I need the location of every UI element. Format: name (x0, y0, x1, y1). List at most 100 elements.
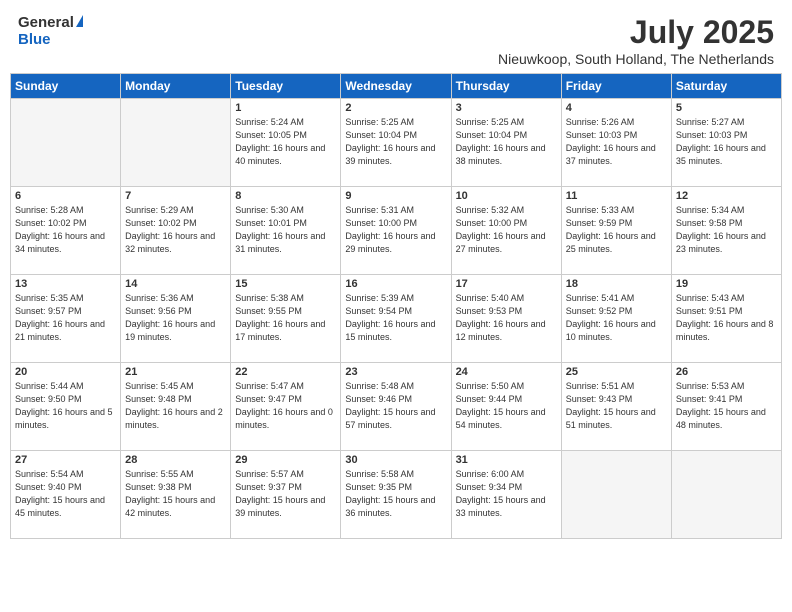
day-info: Sunrise: 5:25 AMSunset: 10:04 PMDaylight… (345, 116, 446, 168)
logo-general-text: General (18, 14, 74, 31)
col-thursday: Thursday (451, 74, 561, 99)
table-row (561, 451, 671, 539)
location-title: Nieuwkoop, South Holland, The Netherland… (498, 51, 774, 67)
day-number: 28 (125, 454, 226, 466)
day-number: 24 (456, 366, 557, 378)
table-row (11, 99, 121, 187)
day-number: 9 (345, 190, 446, 202)
col-sunday: Sunday (11, 74, 121, 99)
day-info: Sunrise: 5:27 AMSunset: 10:03 PMDaylight… (676, 116, 777, 168)
table-row: 16 Sunrise: 5:39 AMSunset: 9:54 PMDayligh… (341, 275, 451, 363)
day-number: 29 (235, 454, 336, 466)
day-info: Sunrise: 5:58 AMSunset: 9:35 PMDaylight:… (345, 468, 446, 520)
table-row: 10 Sunrise: 5:32 AMSunset: 10:00 PMDaylig… (451, 187, 561, 275)
day-number: 15 (235, 278, 336, 290)
calendar-header: Sunday Monday Tuesday Wednesday Thursday… (11, 74, 782, 99)
day-info: Sunrise: 5:24 AMSunset: 10:05 PMDaylight… (235, 116, 336, 168)
col-friday: Friday (561, 74, 671, 99)
day-number: 13 (15, 278, 116, 290)
calendar-table: Sunday Monday Tuesday Wednesday Thursday… (10, 73, 782, 539)
table-row: 7 Sunrise: 5:29 AMSunset: 10:02 PMDayligh… (121, 187, 231, 275)
day-number: 10 (456, 190, 557, 202)
day-info: Sunrise: 5:34 AMSunset: 9:58 PMDaylight:… (676, 204, 777, 256)
day-number: 21 (125, 366, 226, 378)
day-number: 14 (125, 278, 226, 290)
table-row: 18Sunrise: 5:41 AMSunset: 9:52 PMDayligh… (561, 275, 671, 363)
day-info: Sunrise: 5:32 AMSunset: 10:00 PMDaylight… (456, 204, 557, 256)
table-row: 28 Sunrise: 5:55 AMSunset: 9:38 PMDayligh… (121, 451, 231, 539)
col-monday: Monday (121, 74, 231, 99)
table-row: 22Sunrise: 5:47 AMSunset: 9:47 PMDayligh… (231, 363, 341, 451)
table-row: 8 Sunrise: 5:30 AMSunset: 10:01 PMDayligh… (231, 187, 341, 275)
day-info: Sunrise: 5:50 AMSunset: 9:44 PMDaylight:… (456, 380, 557, 432)
day-number: 8 (235, 190, 336, 202)
table-row (671, 451, 781, 539)
day-number: 30 (345, 454, 446, 466)
day-number: 22 (235, 366, 336, 378)
day-number: 19 (676, 278, 777, 290)
day-number: 7 (125, 190, 226, 202)
calendar-wrap: Sunday Monday Tuesday Wednesday Thursday… (0, 73, 792, 549)
day-number: 27 (15, 454, 116, 466)
table-row: 25 Sunrise: 5:51 AMSunset: 9:43 PMDayligh… (561, 363, 671, 451)
day-info: Sunrise: 5:40 AMSunset: 9:53 PMDaylight:… (456, 292, 557, 344)
day-info: Sunrise: 5:29 AMSunset: 10:02 PMDaylight… (125, 204, 226, 256)
day-info: Sunrise: 5:31 AMSunset: 10:00 PMDaylight… (345, 204, 446, 256)
day-number: 20 (15, 366, 116, 378)
logo-triangle-icon (76, 15, 83, 27)
table-row: 26Sunrise: 5:53 AMSunset: 9:41 PMDayligh… (671, 363, 781, 451)
day-info: Sunrise: 5:26 AMSunset: 10:03 PMDaylight… (566, 116, 667, 168)
day-info: Sunrise: 5:51 AMSunset: 9:43 PMDaylight:… (566, 380, 667, 432)
table-row: 21 Sunrise: 5:45 AMSunset: 9:48 PMDayligh… (121, 363, 231, 451)
day-number: 23 (345, 366, 446, 378)
day-info: Sunrise: 5:45 AMSunset: 9:48 PMDaylight:… (125, 380, 226, 432)
day-info: Sunrise: 5:25 AMSunset: 10:04 PMDaylight… (456, 116, 557, 168)
logo-blue-text: Blue (18, 31, 51, 48)
day-info: Sunrise: 5:28 AMSunset: 10:02 PMDaylight… (15, 204, 116, 256)
table-row: 31 Sunrise: 6:00 AMSunset: 9:34 PMDayligh… (451, 451, 561, 539)
table-row: 23 Sunrise: 5:48 AMSunset: 9:46 PMDayligh… (341, 363, 451, 451)
table-row: 12 Sunrise: 5:34 AMSunset: 9:58 PMDayligh… (671, 187, 781, 275)
day-info: Sunrise: 5:53 AMSunset: 9:41 PMDaylight:… (676, 380, 777, 432)
table-row: 15Sunrise: 5:38 AMSunset: 9:55 PMDayligh… (231, 275, 341, 363)
table-row: 3 Sunrise: 5:25 AMSunset: 10:04 PMDayligh… (451, 99, 561, 187)
table-row: 1 Sunrise: 5:24 AMSunset: 10:05 PMDayligh… (231, 99, 341, 187)
day-info: Sunrise: 5:39 AMSunset: 9:54 PMDaylight:… (345, 292, 446, 344)
day-number: 11 (566, 190, 667, 202)
day-number: 16 (345, 278, 446, 290)
table-row: 30 Sunrise: 5:58 AMSunset: 9:35 PMDayligh… (341, 451, 451, 539)
table-row: 24 Sunrise: 5:50 AMSunset: 9:44 PMDayligh… (451, 363, 561, 451)
day-info: Sunrise: 5:57 AMSunset: 9:37 PMDaylight:… (235, 468, 336, 520)
day-info: Sunrise: 6:00 AMSunset: 9:34 PMDaylight:… (456, 468, 557, 520)
table-row (121, 99, 231, 187)
col-saturday: Saturday (671, 74, 781, 99)
table-row: 6 Sunrise: 5:28 AMSunset: 10:02 PMDayligh… (11, 187, 121, 275)
day-number: 1 (235, 102, 336, 114)
table-row: 27Sunrise: 5:54 AMSunset: 9:40 PMDayligh… (11, 451, 121, 539)
day-number: 31 (456, 454, 557, 466)
day-number: 2 (345, 102, 446, 114)
day-number: 25 (566, 366, 667, 378)
table-row: 17 Sunrise: 5:40 AMSunset: 9:53 PMDayligh… (451, 275, 561, 363)
table-row: 20 Sunrise: 5:44 AMSunset: 9:50 PMDayligh… (11, 363, 121, 451)
col-wednesday: Wednesday (341, 74, 451, 99)
day-info: Sunrise: 5:30 AMSunset: 10:01 PMDaylight… (235, 204, 336, 256)
logo: General Blue (18, 14, 83, 48)
table-row: 2 Sunrise: 5:25 AMSunset: 10:04 PMDayligh… (341, 99, 451, 187)
day-info: Sunrise: 5:43 AMSunset: 9:51 PMDaylight:… (676, 292, 777, 344)
day-info: Sunrise: 5:55 AMSunset: 9:38 PMDaylight:… (125, 468, 226, 520)
day-info: Sunrise: 5:48 AMSunset: 9:46 PMDaylight:… (345, 380, 446, 432)
table-row: 4Sunrise: 5:26 AMSunset: 10:03 PMDayligh… (561, 99, 671, 187)
day-number: 6 (15, 190, 116, 202)
table-row: 11Sunrise: 5:33 AMSunset: 9:59 PMDayligh… (561, 187, 671, 275)
table-row: 14 Sunrise: 5:36 AMSunset: 9:56 PMDayligh… (121, 275, 231, 363)
table-row: 9 Sunrise: 5:31 AMSunset: 10:00 PMDayligh… (341, 187, 451, 275)
day-info: Sunrise: 5:44 AMSunset: 9:50 PMDaylight:… (15, 380, 116, 432)
page-header: General Blue July 2025 Nieuwkoop, South … (0, 0, 792, 73)
day-number: 3 (456, 102, 557, 114)
col-tuesday: Tuesday (231, 74, 341, 99)
day-number: 17 (456, 278, 557, 290)
day-number: 12 (676, 190, 777, 202)
day-info: Sunrise: 5:36 AMSunset: 9:56 PMDaylight:… (125, 292, 226, 344)
day-info: Sunrise: 5:41 AMSunset: 9:52 PMDaylight:… (566, 292, 667, 344)
